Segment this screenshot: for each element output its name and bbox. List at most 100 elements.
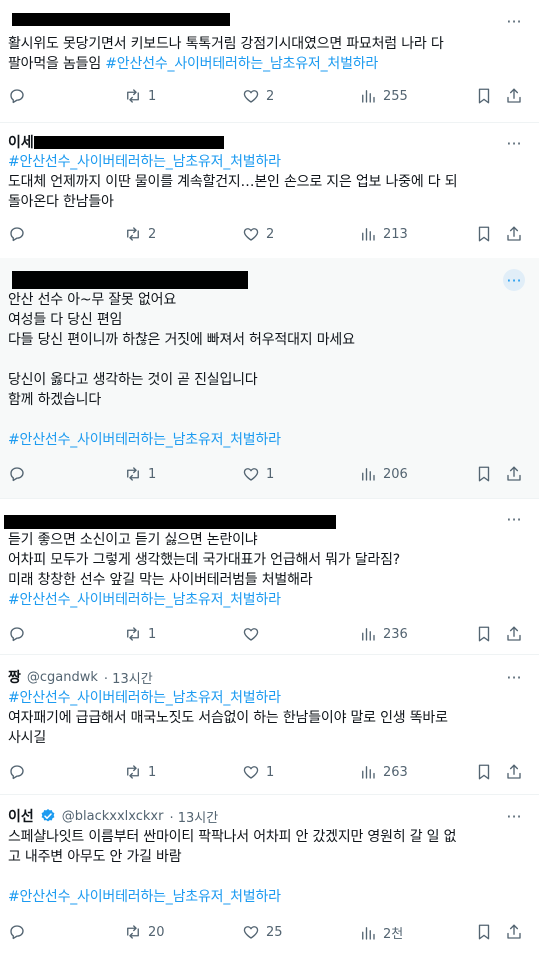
heart-icon bbox=[242, 625, 260, 643]
retweet-icon bbox=[124, 87, 142, 105]
views-chart-icon bbox=[359, 625, 377, 643]
like-button[interactable] bbox=[242, 625, 266, 643]
text-line: 활시위도 못당기면서 키보드나 톡톡거림 강점기시대였으면 파묘처럼 나라 다 bbox=[8, 36, 444, 52]
text-line bbox=[8, 350, 529, 370]
redaction-bar bbox=[12, 13, 230, 26]
more-icon: ··· bbox=[506, 806, 522, 826]
more-options-button[interactable]: ··· bbox=[503, 805, 525, 827]
share-button[interactable] bbox=[505, 87, 523, 105]
hashtag-link[interactable]: #안산선수_사이버테러하는_남초유저_처벌하라 bbox=[105, 56, 378, 72]
views-button[interactable]: 2천 bbox=[359, 923, 403, 942]
reply-icon bbox=[8, 923, 26, 941]
retweet-icon bbox=[124, 923, 142, 941]
share-button[interactable] bbox=[505, 625, 523, 643]
tweet-text: 듣기 좋으면 소신이고 듣기 싫으면 논란이냐 어차피 모두가 그렇게 생각했는… bbox=[8, 530, 529, 610]
hashtag-link[interactable]: #안산선수_사이버테러하는_남초유저_처벌하라 bbox=[8, 430, 529, 450]
hashtag-link[interactable]: #안산선수_사이버테러하는_남초유저_처벌하라 bbox=[8, 887, 529, 907]
share-button[interactable] bbox=[505, 465, 523, 483]
tweet[interactable]: 이세 ··· #안산선수_사이버테러하는_남초유저_처벌하라 도대체 언제까지 … bbox=[0, 122, 539, 259]
bookmark-icon bbox=[475, 923, 493, 941]
tweet[interactable]: ··· 안산 선수 아~무 잘못 없어요 여성들 다 당신 편임 다들 당신 편… bbox=[0, 258, 539, 499]
more-icon: ··· bbox=[506, 509, 522, 529]
more-icon: ··· bbox=[506, 133, 522, 153]
bookmark-icon bbox=[475, 87, 493, 105]
text-line bbox=[8, 410, 529, 430]
views-button[interactable]: 263 bbox=[359, 763, 408, 781]
tweet-actions: 2 2 213 bbox=[0, 222, 539, 246]
reply-button[interactable] bbox=[8, 763, 32, 781]
tweet-actions: 1 1 206 bbox=[0, 462, 539, 486]
retweet-button[interactable]: 20 bbox=[124, 923, 165, 941]
reply-button[interactable] bbox=[8, 923, 32, 941]
redaction-bar bbox=[4, 515, 336, 529]
tweet-actions: 1 2 255 bbox=[0, 84, 539, 108]
views-chart-icon bbox=[359, 465, 377, 483]
more-options-button[interactable]: ··· bbox=[503, 132, 525, 154]
reply-icon bbox=[8, 465, 26, 483]
tweet[interactable]: ··· 듣기 좋으면 소신이고 듣기 싫으면 논란이냐 어차피 모두가 그렇게 … bbox=[0, 498, 539, 655]
text-line: 듣기 좋으면 소신이고 듣기 싫으면 논란이냐 bbox=[8, 532, 258, 548]
hashtag-link[interactable]: #안산선수_사이버테러하는_남초유저_처벌하라 bbox=[8, 688, 529, 708]
retweet-button[interactable]: 1 bbox=[124, 465, 156, 483]
text-line: 고 내주변 아무도 안 가길 바람 bbox=[8, 849, 182, 865]
bookmark-button[interactable] bbox=[475, 923, 493, 941]
hashtag-link[interactable]: #안산선수_사이버테러하는_남초유저_처벌하라 bbox=[8, 590, 529, 610]
reply-button[interactable] bbox=[8, 225, 32, 243]
tweet[interactable]: 이선 @blackxxlxckxr · 13시간 ··· 스페샬나잇트 이름부터… bbox=[0, 794, 539, 953]
share-button[interactable] bbox=[505, 763, 523, 781]
author-handle[interactable]: @blackxxlxckxr bbox=[62, 809, 164, 824]
reply-button[interactable] bbox=[8, 87, 32, 105]
text-line: 돌아온다 한남들아 bbox=[8, 194, 114, 210]
views-chart-icon bbox=[359, 87, 377, 105]
bookmark-icon bbox=[475, 465, 493, 483]
tweet-time[interactable]: · 13시간 bbox=[104, 668, 153, 687]
like-button[interactable]: 1 bbox=[242, 465, 274, 483]
reply-icon bbox=[8, 225, 26, 243]
bookmark-button[interactable] bbox=[475, 225, 493, 243]
tweet[interactable]: 짱 @cgandwk · 13시간 ··· #안산선수_사이버테러하는_남초유저… bbox=[0, 654, 539, 795]
bookmark-button[interactable] bbox=[475, 465, 493, 483]
reply-button[interactable] bbox=[8, 465, 32, 483]
author-handle[interactable]: @cgandwk bbox=[27, 670, 98, 685]
like-button[interactable]: 2 bbox=[242, 87, 274, 105]
like-button[interactable]: 25 bbox=[242, 923, 283, 941]
retweet-button[interactable]: 1 bbox=[124, 625, 156, 643]
more-options-button[interactable]: ··· bbox=[503, 666, 525, 688]
tweet-text: 활시위도 못당기면서 키보드나 톡톡거림 강점기시대였으면 파묘처럼 나라 다 … bbox=[8, 34, 529, 74]
author-name[interactable]: 이선 bbox=[8, 806, 34, 826]
views-button[interactable]: 206 bbox=[359, 465, 408, 483]
share-icon bbox=[505, 465, 523, 483]
retweet-button[interactable]: 2 bbox=[124, 225, 156, 243]
retweet-button[interactable]: 1 bbox=[124, 87, 156, 105]
more-options-button[interactable]: ··· bbox=[503, 269, 525, 291]
tweet-text: #안산선수_사이버테러하는_남초유저_처벌하라 도대체 언제까지 이딴 물이를 … bbox=[8, 152, 529, 212]
more-options-button[interactable]: ··· bbox=[503, 10, 525, 32]
reply-button[interactable] bbox=[8, 625, 32, 643]
tweet-header: 짱 @cgandwk · 13시간 bbox=[8, 666, 153, 688]
retweet-button[interactable]: 1 bbox=[124, 763, 156, 781]
tweet-time[interactable]: · 13시간 bbox=[169, 807, 218, 826]
bookmark-button[interactable] bbox=[475, 763, 493, 781]
tweet-text: 안산 선수 아~무 잘못 없어요 여성들 다 당신 편임 다들 당신 편이니까 … bbox=[8, 290, 529, 450]
like-button[interactable]: 2 bbox=[242, 225, 274, 243]
reply-icon bbox=[8, 87, 26, 105]
views-button[interactable]: 236 bbox=[359, 625, 408, 643]
redaction-bar bbox=[34, 136, 224, 149]
views-button[interactable]: 213 bbox=[359, 225, 408, 243]
retweet-count: 1 bbox=[148, 764, 157, 780]
share-button[interactable] bbox=[505, 923, 523, 941]
tweet[interactable]: ··· 활시위도 못당기면서 키보드나 톡톡거림 강점기시대였으면 파묘처럼 나… bbox=[0, 0, 539, 123]
more-options-button[interactable]: ··· bbox=[503, 508, 525, 530]
text-line: 어차피 모두가 그렇게 생각했는데 국가대표가 언급해서 뭐가 달라짐? bbox=[8, 552, 401, 568]
bookmark-button[interactable] bbox=[475, 625, 493, 643]
like-count: 1 bbox=[266, 764, 275, 780]
author-name[interactable]: 이세 bbox=[8, 132, 34, 152]
share-button[interactable] bbox=[505, 225, 523, 243]
views-button[interactable]: 255 bbox=[359, 87, 408, 105]
author-name[interactable]: 짱 bbox=[8, 667, 21, 687]
bookmark-button[interactable] bbox=[475, 87, 493, 105]
heart-icon bbox=[242, 87, 260, 105]
tweet-actions: 1 1 263 bbox=[0, 760, 539, 784]
like-button[interactable]: 1 bbox=[242, 763, 274, 781]
hashtag-link[interactable]: #안산선수_사이버테러하는_남초유저_처벌하라 bbox=[8, 152, 529, 172]
